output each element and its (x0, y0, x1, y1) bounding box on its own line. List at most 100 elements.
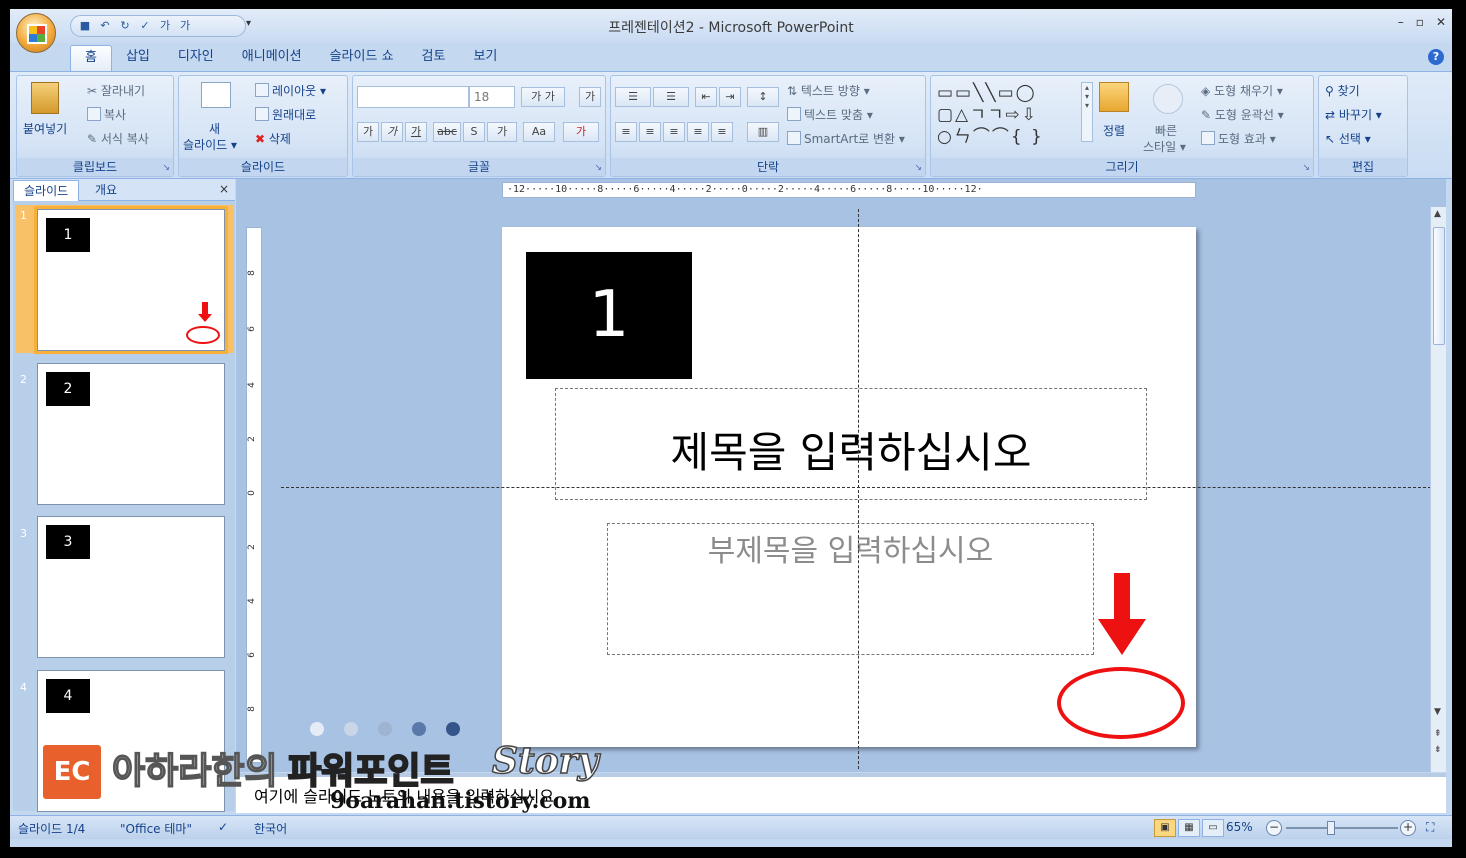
help-icon[interactable]: ? (1428, 49, 1444, 65)
ruler-mark: 0 (246, 490, 257, 496)
slide-thumbnail[interactable]: 2 (37, 363, 225, 505)
arrange-icon[interactable] (1099, 82, 1129, 112)
previous-slide-icon[interactable]: ⇞ (1434, 729, 1442, 739)
quick-styles-label-2[interactable]: 스타일 ▾ (1143, 138, 1186, 155)
office-logo-icon (27, 24, 47, 44)
clear-format-button[interactable]: 가 (579, 87, 601, 107)
shape-fill-button[interactable]: ◈ 도형 채우기 ▾ (1201, 82, 1283, 99)
tab-view[interactable]: 보기 (459, 45, 511, 71)
tab-design[interactable]: 디자인 (164, 45, 228, 71)
fit-window-icon[interactable]: ⛶ (1426, 820, 1434, 835)
sorter-view-icon[interactable]: ▦ (1178, 819, 1200, 837)
slide-thumbnail[interactable]: 1 (34, 206, 228, 354)
paste-button[interactable]: 붙여넣기 (23, 120, 67, 137)
font-name-combo[interactable] (357, 86, 469, 108)
next-slide-icon[interactable]: ⇟ (1434, 745, 1442, 755)
change-case-button[interactable]: Aa (523, 122, 555, 142)
minimize-button[interactable]: – (1398, 15, 1404, 29)
numbering-button[interactable]: ☰ (653, 87, 689, 107)
smartart-button[interactable]: SmartArt로 변환 ▾ (787, 130, 905, 147)
tab-slideshow[interactable]: 슬라이드 쇼 (316, 45, 408, 71)
office-button[interactable] (16, 13, 56, 53)
arrange-button[interactable]: 정렬 (1103, 122, 1125, 139)
layout-button[interactable]: 레이아웃 ▾ (255, 82, 326, 99)
vertical-guide[interactable] (858, 209, 859, 769)
quick-styles-icon[interactable] (1153, 84, 1183, 114)
restore-button[interactable]: ▫ (1416, 15, 1424, 29)
tab-insert[interactable]: 삽입 (112, 45, 164, 71)
zoom-level[interactable]: 65% (1226, 820, 1253, 834)
new-slide-label-2[interactable]: 슬라이드 ▾ (183, 136, 237, 153)
normal-view-icon[interactable]: ▣ (1154, 819, 1176, 837)
font-color-button[interactable]: 가 (563, 122, 599, 142)
shape-effects-button[interactable]: 도형 효과 ▾ (1201, 130, 1276, 147)
font-size-combo[interactable]: 18 (469, 86, 515, 108)
zoom-in-icon[interactable]: + (1400, 820, 1416, 836)
tab-animations[interactable]: 애니메이션 (228, 45, 316, 71)
quick-styles-label-1[interactable]: 빠른 (1155, 122, 1177, 139)
dialog-launcher-icon[interactable]: ↘ (162, 163, 170, 173)
scroll-up-icon[interactable]: ▲ (1434, 209, 1441, 219)
find-button[interactable]: ⚲ 찾기 (1325, 82, 1360, 99)
close-button[interactable]: ✕ (1436, 15, 1446, 29)
slide-number-box: 1 (46, 218, 90, 252)
columns-button[interactable]: ▥ (747, 122, 779, 142)
tab-outline[interactable]: 개요 (85, 180, 127, 201)
text-direction-icon: ⇅ (787, 84, 801, 98)
new-slide-label-1[interactable]: 새 (209, 120, 220, 137)
delete-button[interactable]: ✖ 삭제 (255, 130, 291, 147)
zoom-slider-thumb[interactable] (1326, 821, 1335, 835)
underline-button[interactable]: 가 (405, 122, 427, 142)
shape-outline-button[interactable]: ✎ 도형 윤곽선 ▾ (1201, 106, 1284, 123)
slide-number-box[interactable]: 1 (526, 252, 692, 379)
paste-icon[interactable] (31, 82, 59, 114)
copy-button[interactable]: 복사 (87, 106, 126, 123)
tab-slides[interactable]: 슬라이드 (13, 180, 80, 201)
shapes-gallery[interactable]: ▭▭╲╲▭◯ ▢△ㄱㄱ⇨⇩ ○ㄣ⌒⌒{ } (937, 82, 1075, 150)
spellcheck-icon[interactable]: ✓ (218, 820, 228, 834)
reset-button[interactable]: 원래대로 (255, 106, 316, 123)
cut-button[interactable]: ✂ 잘라내기 (87, 82, 145, 99)
theme-name[interactable]: "Office 테마" (120, 820, 192, 837)
font-grow-shrink-button[interactable]: 가 가 (521, 87, 565, 107)
language[interactable]: 한국어 (254, 820, 287, 837)
italic-button[interactable]: 가 (381, 122, 403, 142)
tab-review[interactable]: 검토 (408, 45, 460, 71)
text-direction-button[interactable]: ⇅ 텍스트 방향 ▾ (787, 82, 870, 99)
bold-button[interactable]: 가 (357, 122, 379, 142)
distribute-button[interactable]: ≡ (711, 122, 733, 142)
subtitle-placeholder[interactable]: 부제목을 입력하십시오 (607, 523, 1094, 655)
tab-home[interactable]: 홈 (70, 45, 112, 71)
pane-close-icon[interactable]: × (219, 182, 229, 196)
zoom-slider[interactable] (1286, 827, 1398, 829)
align-center-button[interactable]: ≡ (639, 122, 661, 142)
drawing-group: ▭▭╲╲▭◯ ▢△ㄱㄱ⇨⇩ ○ㄣ⌒⌒{ } ▴ ▾ ▾ 정렬 빠른 스타일 ▾ ◈ 도형… (930, 75, 1314, 177)
title-placeholder[interactable]: 제목을 입력하십시오 (555, 388, 1147, 500)
format-painter-button[interactable]: ✎ 서식 복사 (87, 130, 149, 147)
align-text-button[interactable]: 텍스트 맞춤 ▾ (787, 106, 873, 123)
replace-button[interactable]: ⇄ 바꾸기 ▾ (1325, 106, 1382, 123)
scroll-thumb[interactable] (1433, 227, 1445, 345)
bullets-button[interactable]: ☰ (615, 87, 651, 107)
slideshow-view-icon[interactable]: ▭ (1202, 819, 1224, 837)
dialog-launcher-icon[interactable]: ↘ (594, 163, 602, 173)
horizontal-guide[interactable] (281, 487, 1431, 488)
justify-button[interactable]: ≡ (687, 122, 709, 142)
dialog-launcher-icon[interactable]: ↘ (1302, 163, 1310, 173)
zoom-out-icon[interactable]: − (1266, 820, 1282, 836)
select-button[interactable]: ↖ 선택 ▾ (1325, 130, 1371, 147)
align-left-button[interactable]: ≡ (615, 122, 637, 142)
dialog-launcher-icon[interactable]: ↘ (914, 163, 922, 173)
line-spacing-button[interactable]: ↕ (747, 87, 779, 107)
vertical-scrollbar[interactable]: ▲ ▼ ⇞ ⇟ (1430, 207, 1446, 772)
align-right-button[interactable]: ≡ (663, 122, 685, 142)
spacing-button[interactable]: 가 (487, 122, 517, 142)
strikethrough-button[interactable]: abc (433, 122, 461, 142)
increase-indent-button[interactable]: ⇥ (719, 87, 741, 107)
shadow-button[interactable]: S (463, 122, 485, 142)
decrease-indent-button[interactable]: ⇤ (695, 87, 717, 107)
shapes-scroll[interactable]: ▴ ▾ ▾ (1081, 82, 1093, 142)
scroll-down-icon[interactable]: ▼ (1434, 707, 1441, 717)
new-slide-icon[interactable] (201, 82, 231, 108)
slide-thumbnail[interactable]: 3 (37, 516, 225, 658)
